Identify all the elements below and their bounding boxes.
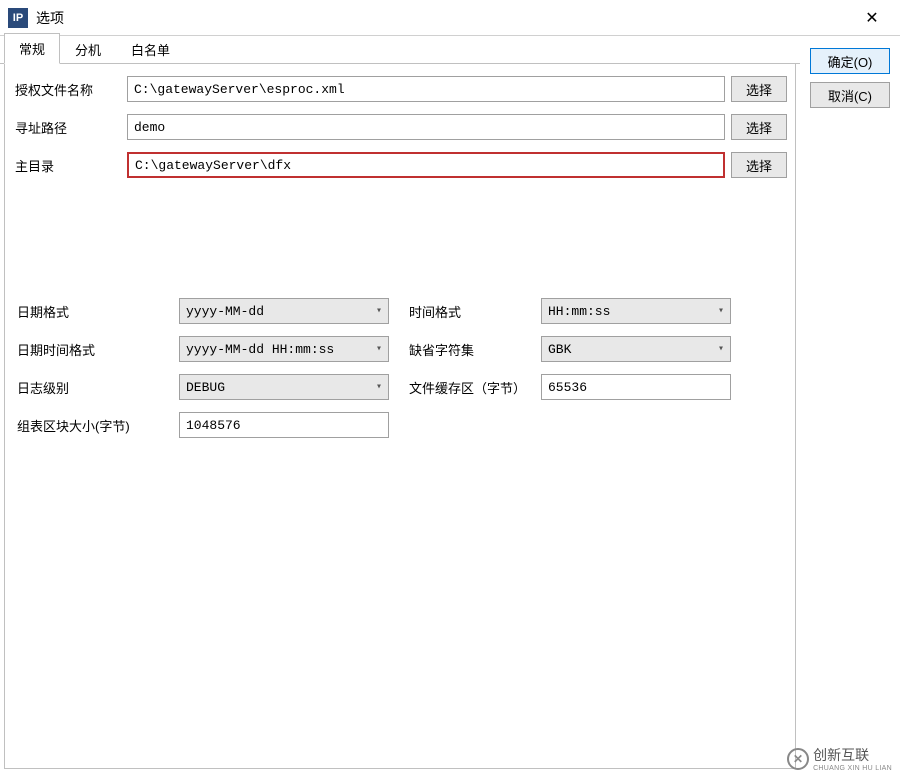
maindir-label: 主目录 (13, 156, 121, 175)
charset-value: GBK (548, 342, 571, 357)
watermark: ✕ 创新互联 CHUANG XIN HU LIAN (787, 745, 892, 772)
chevron-down-icon: ▾ (376, 381, 382, 393)
timeformat-value: HH:mm:ss (548, 304, 610, 319)
left-panel: 常规 分机 白名单 授权文件名称 选择 寻址路径 选择 主目录 选择 (0, 36, 800, 780)
tab-content-general: 授权文件名称 选择 寻址路径 选择 主目录 选择 日期格式 yyyy-MM-dd (4, 64, 796, 769)
tab-bar: 常规 分机 白名单 (0, 36, 800, 64)
loglevel-label: 日志级别 (15, 378, 173, 397)
watermark-sub: CHUANG XIN HU LIAN (813, 765, 892, 772)
right-panel: 确定(O) 取消(C) (800, 36, 900, 780)
maindir-input[interactable] (127, 152, 725, 178)
chevron-down-icon: ▾ (718, 343, 724, 355)
searchpath-label: 寻址路径 (13, 118, 121, 137)
timeformat-label: 时间格式 (395, 302, 535, 321)
timeformat-select[interactable]: HH:mm:ss ▾ (541, 298, 731, 324)
groupblock-input[interactable] (179, 412, 389, 438)
cancel-button[interactable]: 取消(C) (810, 82, 890, 108)
ok-button[interactable]: 确定(O) (810, 48, 890, 74)
close-button[interactable]: ✕ (852, 3, 892, 33)
searchpath-browse-button[interactable]: 选择 (731, 114, 787, 140)
window-title: 选项 (36, 8, 852, 28)
license-label: 授权文件名称 (13, 80, 121, 99)
datetimeformat-label: 日期时间格式 (15, 340, 173, 359)
chevron-down-icon: ▾ (376, 305, 382, 317)
watermark-text: 创新互联 (813, 745, 892, 765)
maindir-browse-button[interactable]: 选择 (731, 152, 787, 178)
license-browse-button[interactable]: 选择 (731, 76, 787, 102)
chevron-down-icon: ▾ (718, 305, 724, 317)
dateformat-select[interactable]: yyyy-MM-dd ▾ (179, 298, 389, 324)
searchpath-input[interactable] (127, 114, 725, 140)
datetimeformat-select[interactable]: yyyy-MM-dd HH:mm:ss ▾ (179, 336, 389, 362)
dateformat-label: 日期格式 (15, 302, 173, 321)
loglevel-value: DEBUG (186, 380, 225, 395)
charset-label: 缺省字符集 (395, 340, 535, 359)
app-icon: IP (8, 8, 28, 28)
tab-extension[interactable]: 分机 (60, 34, 116, 64)
watermark-icon: ✕ (787, 748, 809, 770)
titlebar: IP 选项 ✕ (0, 0, 900, 36)
groupblock-label: 组表区块大小(字节) (15, 416, 173, 435)
chevron-down-icon: ▾ (376, 343, 382, 355)
datetimeformat-value: yyyy-MM-dd HH:mm:ss (186, 342, 334, 357)
charset-select[interactable]: GBK ▾ (541, 336, 731, 362)
tab-whitelist[interactable]: 白名单 (116, 34, 185, 64)
loglevel-select[interactable]: DEBUG ▾ (179, 374, 389, 400)
filebuffer-input[interactable] (541, 374, 731, 400)
license-input[interactable] (127, 76, 725, 102)
tab-general[interactable]: 常规 (4, 33, 60, 64)
filebuffer-label: 文件缓存区（字节） (395, 378, 535, 397)
dateformat-value: yyyy-MM-dd (186, 304, 264, 319)
